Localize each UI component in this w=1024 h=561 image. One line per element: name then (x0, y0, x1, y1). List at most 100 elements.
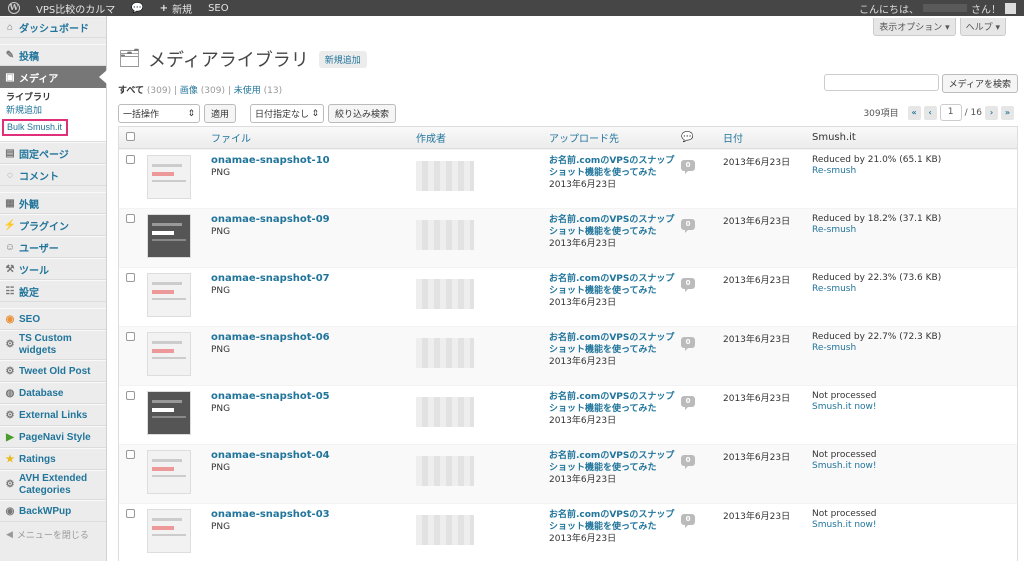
menu-avh-extended-categories[interactable]: ⚙ AVH Extended Categories (0, 470, 106, 500)
current-page-input[interactable]: 1 (939, 104, 962, 121)
comment-count-bubble[interactable]: 0 (681, 514, 695, 528)
menu-pagenavi-style[interactable]: ▶ PageNavi Style (0, 426, 106, 448)
file-name-link[interactable]: onamae-snapshot-07 (211, 273, 416, 284)
select-all-checkbox[interactable] (126, 131, 135, 141)
header-smush: Smush.it (812, 132, 856, 143)
row-checkbox[interactable] (126, 273, 135, 282)
menu-ratings[interactable]: ★ Ratings (0, 448, 106, 470)
header-file[interactable]: ファイル (211, 130, 416, 145)
next-page-button[interactable]: › (985, 105, 998, 120)
menu-backwpup[interactable]: ◉ BackWPup (0, 500, 106, 522)
thumbnail-image[interactable] (147, 273, 191, 317)
smush-action-link[interactable]: Re-smush (812, 343, 1017, 353)
thumbnail-image[interactable] (147, 509, 191, 553)
filter-all-count: (309) (146, 86, 172, 96)
prev-page-button[interactable]: ‹ (923, 105, 937, 120)
menu-settings[interactable]: ☷ 設定 (0, 280, 106, 302)
search-input[interactable] (823, 74, 939, 91)
menu-database[interactable]: ◍ Database (0, 382, 106, 404)
date-filter-label: 日付指定なし (255, 110, 310, 120)
new-content-button[interactable]: + 新規 (152, 0, 200, 16)
thumbnail-image[interactable] (147, 332, 191, 376)
file-name-link[interactable]: onamae-snapshot-05 (211, 391, 416, 402)
parent-post-link[interactable]: お名前.comのVPSのスナップショット機能を使ってみた (549, 156, 674, 178)
parent-post-date: 2013年6月23日 (549, 180, 617, 190)
submenu-add-new[interactable]: 新規追加 (6, 104, 106, 117)
menu-pages[interactable]: ▤ 固定ページ (0, 142, 106, 164)
thumbnail-image[interactable] (147, 214, 191, 258)
comment-count-bubble[interactable]: 0 (681, 337, 695, 351)
comments-column-icon[interactable]: 💬 (681, 132, 693, 143)
menu-appearance[interactable]: ▦ 外観 (0, 192, 106, 214)
file-name-link[interactable]: onamae-snapshot-03 (211, 509, 416, 520)
filter-button[interactable]: 絞り込み検索 (328, 104, 397, 123)
parent-post-link[interactable]: お名前.comのVPSのスナップショット機能を使ってみた (549, 451, 674, 473)
row-checkbox[interactable] (126, 155, 135, 164)
filter-images[interactable]: 画像 (180, 86, 198, 96)
comment-count-bubble[interactable]: 0 (681, 219, 695, 233)
parent-post-link[interactable]: お名前.comのVPSのスナップショット機能を使ってみた (549, 333, 674, 355)
menu-media[interactable]: ▣ メディア (0, 66, 107, 88)
comments-icon[interactable]: 💬 (123, 0, 151, 16)
header-uploaded-to[interactable]: アップロード先 (549, 130, 681, 145)
avatar[interactable] (1005, 2, 1016, 14)
smush-action-link[interactable]: Re-smush (812, 166, 1017, 176)
screen-options-button[interactable]: 表示オプション ▾ (873, 18, 956, 36)
comment-count-bubble[interactable]: 0 (681, 396, 695, 410)
thumbnail-image[interactable] (147, 155, 191, 199)
thumbnail-image[interactable] (147, 450, 191, 494)
date-filter-select[interactable]: 日付指定なし ⇕ (250, 104, 325, 123)
file-name-link[interactable]: onamae-snapshot-10 (211, 155, 416, 166)
bulk-actions-select[interactable]: 一括操作 ⇕ (118, 104, 200, 123)
header-date[interactable]: 日付 (723, 130, 812, 145)
wordpress-logo-button[interactable]: W (0, 0, 28, 16)
menu-posts[interactable]: ✎ 投稿 (0, 44, 106, 66)
parent-post-link[interactable]: お名前.comのVPSのスナップショット機能を使ってみた (549, 274, 674, 296)
comment-count-bubble[interactable]: 0 (681, 455, 695, 469)
comment-count-bubble[interactable]: 0 (681, 160, 695, 174)
filter-all[interactable]: すべて (118, 86, 144, 96)
filter-unattached[interactable]: 未使用 (234, 86, 261, 96)
smush-action-link[interactable]: Smush.it now! (812, 520, 1017, 530)
submenu-bulk-smush[interactable]: Bulk Smush.it (2, 119, 68, 136)
seo-menu[interactable]: SEO (200, 0, 237, 16)
parent-post-link[interactable]: お名前.comのVPSのスナップショット機能を使ってみた (549, 215, 674, 237)
parent-post-link[interactable]: お名前.comのVPSのスナップショット機能を使ってみた (549, 510, 674, 532)
comment-count-bubble[interactable]: 0 (681, 278, 695, 292)
smush-action-link[interactable]: Re-smush (812, 284, 1017, 294)
help-button[interactable]: ヘルプ ▾ (959, 18, 1006, 36)
smush-action-link[interactable]: Smush.it now! (812, 461, 1017, 471)
menu-seo[interactable]: ◉ SEO (0, 308, 106, 330)
menu-users-label: ユーザー (19, 243, 59, 255)
thumbnail-image[interactable] (147, 391, 191, 435)
row-checkbox[interactable] (126, 450, 135, 459)
menu-dashboard[interactable]: ⌂ ダッシュボード (0, 16, 106, 38)
smush-status: Not processed (812, 509, 877, 519)
add-new-button[interactable]: 新規追加 (318, 50, 367, 68)
user-suffix[interactable]: さん！ (971, 1, 1001, 16)
smush-action-link[interactable]: Re-smush (812, 225, 1017, 235)
row-checkbox[interactable] (126, 214, 135, 223)
parent-post-link[interactable]: お名前.comのVPSのスナップショット機能を使ってみた (549, 392, 674, 414)
menu-comments[interactable]: ◌ コメント (0, 164, 106, 186)
search-media-button[interactable]: メディアを検索 (941, 74, 1018, 93)
collapse-menu-button[interactable]: ◀ メニューを閉じる (0, 528, 106, 542)
file-name-link[interactable]: onamae-snapshot-09 (211, 214, 416, 225)
file-name-link[interactable]: onamae-snapshot-04 (211, 450, 416, 461)
apply-button[interactable]: 適用 (204, 104, 237, 123)
menu-tweet-old-post[interactable]: ⚙ Tweet Old Post (0, 360, 106, 382)
row-checkbox[interactable] (126, 509, 135, 518)
row-checkbox[interactable] (126, 391, 135, 400)
smush-action-link[interactable]: Smush.it now! (812, 402, 1017, 412)
row-checkbox[interactable] (126, 332, 135, 341)
menu-users[interactable]: ☺ ユーザー (0, 236, 106, 258)
submenu-library[interactable]: ライブラリ (6, 91, 106, 104)
menu-ts-custom-widgets[interactable]: ⚙ TS Custom widgets (0, 330, 106, 360)
last-page-button[interactable]: » (1001, 105, 1014, 120)
menu-plugins[interactable]: ⚡ プラグイン (0, 214, 106, 236)
first-page-button[interactable]: « (907, 105, 921, 120)
menu-external-links[interactable]: ⚙ External Links (0, 404, 106, 426)
file-name-link[interactable]: onamae-snapshot-06 (211, 332, 416, 343)
menu-tools[interactable]: ⚒ ツール (0, 258, 106, 280)
site-name-link[interactable]: VPS比較のカルマ (28, 0, 123, 16)
